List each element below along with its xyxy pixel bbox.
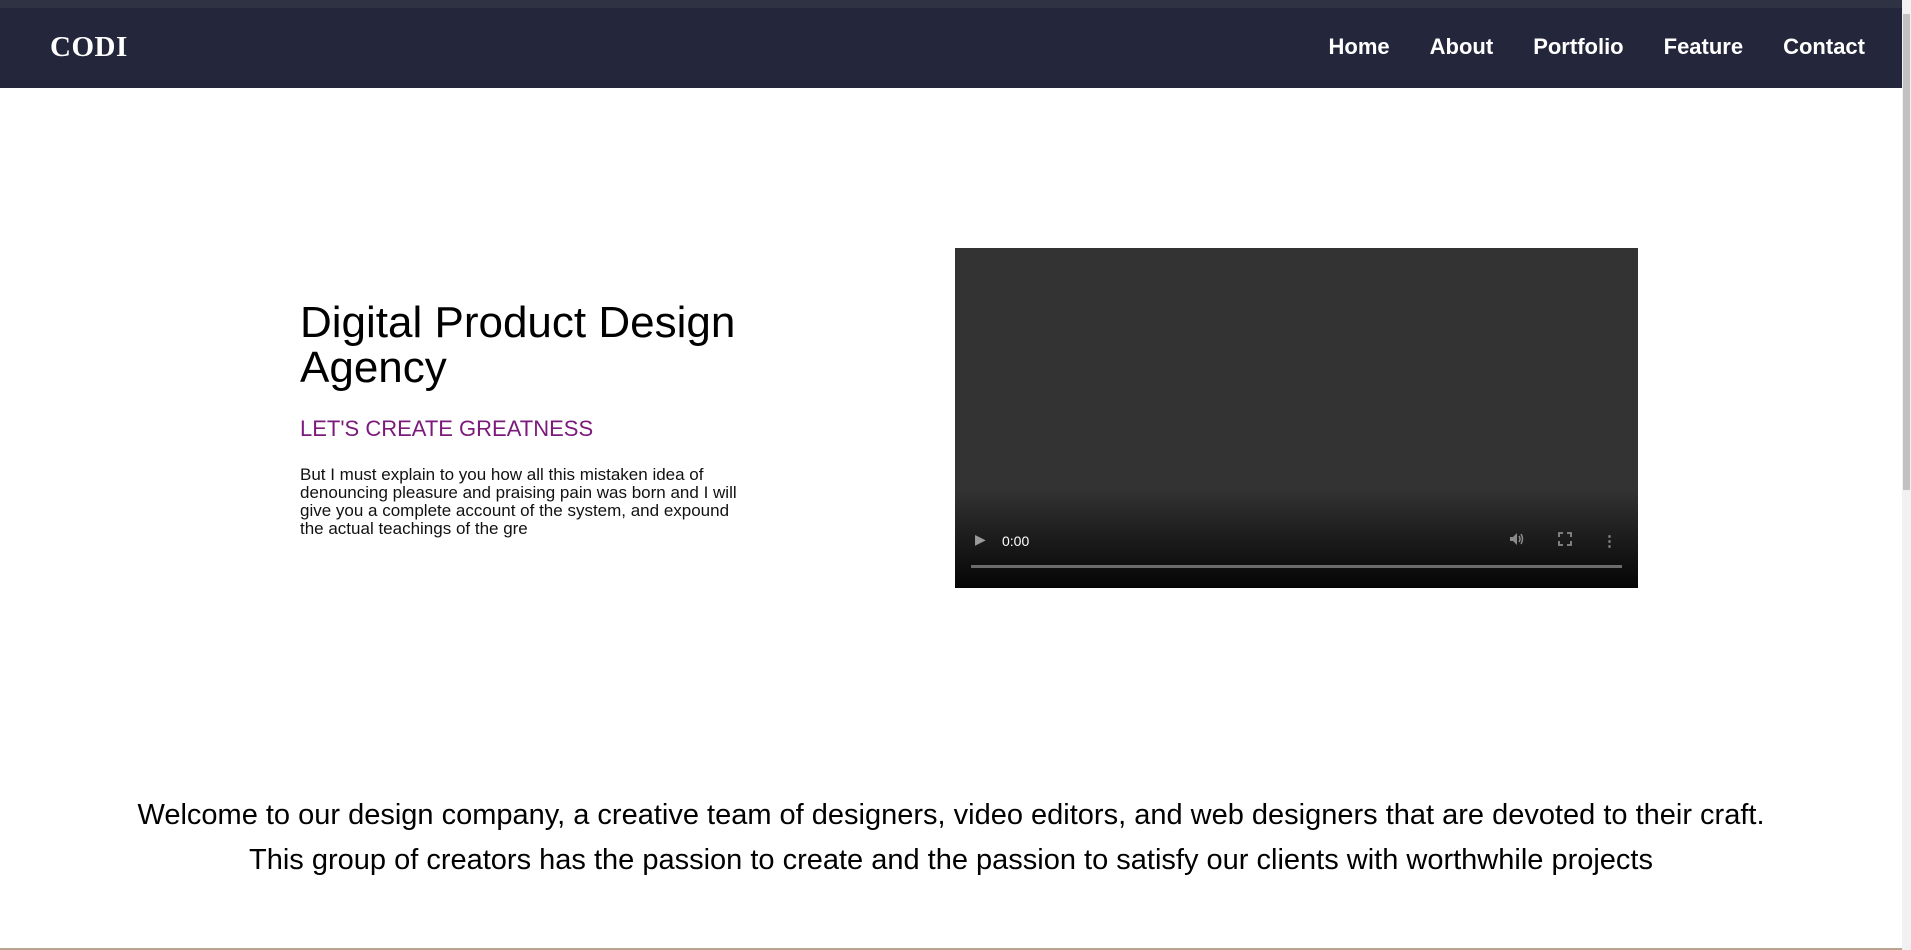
page-scrollbar[interactable] — [1902, 0, 1911, 950]
page: CODI Home About Portfolio Feature Contac… — [0, 0, 1911, 950]
brand-logo[interactable]: CODI — [50, 31, 128, 64]
nav-link-about[interactable]: About — [1430, 34, 1494, 60]
fullscreen-icon[interactable] — [1558, 532, 1572, 550]
scrollbar-thumb[interactable] — [1903, 14, 1910, 490]
nav-link-feature[interactable]: Feature — [1664, 34, 1743, 60]
nav-link-home[interactable]: Home — [1329, 34, 1390, 60]
video-time: 0:00 — [1002, 533, 1030, 549]
hero-subtitle: LET'S CREATE GREATNESS — [300, 416, 594, 441]
video-controls-overlay — [955, 488, 1638, 588]
main-nav: Home About Portfolio Feature Contact — [1329, 34, 1865, 60]
welcome-text: Welcome to our design company, a creativ… — [137, 799, 1765, 876]
hero-section: Digital Product Design Agency LET'S CREA… — [300, 300, 760, 538]
volume-icon-svg — [1510, 533, 1524, 545]
hero-title: Digital Product Design Agency — [300, 298, 736, 392]
video-progress-track[interactable] — [971, 565, 1622, 568]
play-icon[interactable]: ▶ — [975, 531, 986, 548]
video-player[interactable]: ▶ 0:00 ⋮ — [955, 248, 1638, 588]
nav-link-contact[interactable]: Contact — [1783, 34, 1865, 60]
fullscreen-icon-svg — [1558, 532, 1572, 546]
nav-link-portfolio[interactable]: Portfolio — [1533, 34, 1623, 60]
hero-description: But I must explain to you how all this m… — [300, 465, 737, 538]
navbar: CODI Home About Portfolio Feature Contac… — [0, 8, 1902, 88]
volume-icon[interactable] — [1509, 532, 1525, 550]
top-strip — [0, 0, 1902, 8]
more-options-icon[interactable]: ⋮ — [1602, 532, 1617, 550]
